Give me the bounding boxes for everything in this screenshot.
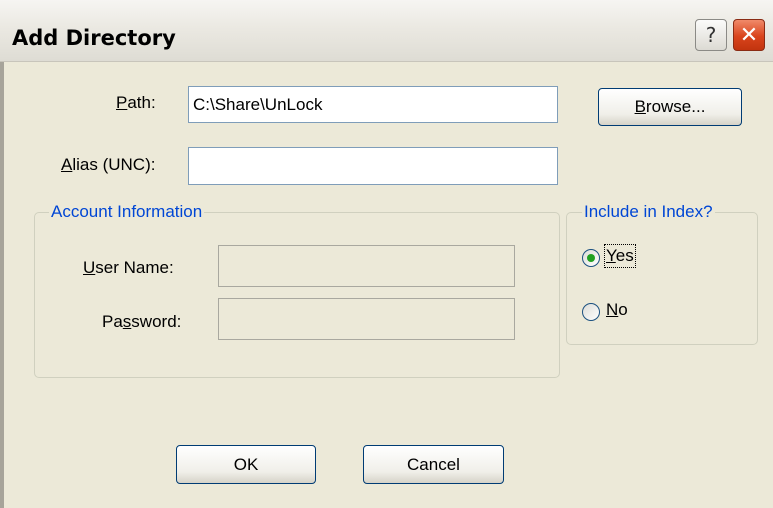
path-label-accelerator: P — [116, 93, 128, 112]
radio-yes-label: Yes — [604, 244, 636, 268]
ok-button[interactable]: OK — [176, 445, 316, 484]
close-icon: ✕ — [739, 22, 759, 48]
help-button[interactable]: ? — [695, 19, 727, 51]
radio-selected-icon[interactable] — [582, 249, 600, 267]
radio-no-label-suffix: o — [618, 300, 628, 319]
path-label: Path: — [116, 93, 156, 113]
alias-label-suffix: lias (UNC): — [72, 155, 156, 174]
cancel-button[interactable]: Cancel — [363, 445, 504, 484]
alias-label-accelerator: A — [61, 155, 73, 174]
dialog-title: Add Directory — [12, 26, 176, 50]
dialog-body: Path: Browse... Alias (UNC): Account Inf… — [0, 62, 773, 508]
user-name-input[interactable] — [218, 245, 515, 287]
include-in-index-group — [566, 212, 758, 345]
account-information-legend: Account Information — [49, 202, 205, 222]
close-button[interactable]: ✕ — [733, 19, 765, 51]
browse-label-suffix: rowse... — [645, 97, 706, 116]
help-icon: ? — [705, 23, 717, 47]
password-input[interactable] — [218, 298, 515, 340]
radio-no-label-accelerator: N — [606, 300, 619, 319]
path-label-suffix: ath: — [127, 93, 156, 112]
password-label-suffix: sword: — [131, 312, 182, 331]
title-bar[interactable]: Add Directory ? ✕ — [0, 0, 773, 62]
alias-label: Alias (UNC): — [61, 155, 155, 175]
user-name-label-suffix: ser Name: — [95, 258, 174, 277]
radio-dot — [587, 254, 595, 262]
user-name-label-accelerator: U — [83, 258, 96, 277]
password-label-prefix: Pa — [102, 312, 123, 331]
browse-button[interactable]: Browse... — [598, 88, 742, 126]
radio-yes-label-suffix: es — [615, 246, 634, 265]
alias-input[interactable] — [188, 147, 558, 185]
path-input[interactable] — [188, 86, 558, 123]
user-name-label: User Name: — [83, 258, 174, 278]
include-in-index-legend: Include in Index? — [582, 202, 715, 222]
add-directory-dialog: Add Directory ? ✕ Path: Browse... Alias … — [0, 0, 773, 508]
radio-yes-label-accelerator: Y — [606, 246, 616, 265]
account-information-group — [34, 212, 560, 378]
radio-unselected-icon[interactable] — [582, 303, 600, 321]
radio-no-label: No — [606, 300, 628, 320]
password-label: Password: — [102, 312, 181, 332]
browse-label-accelerator: B — [634, 97, 646, 116]
